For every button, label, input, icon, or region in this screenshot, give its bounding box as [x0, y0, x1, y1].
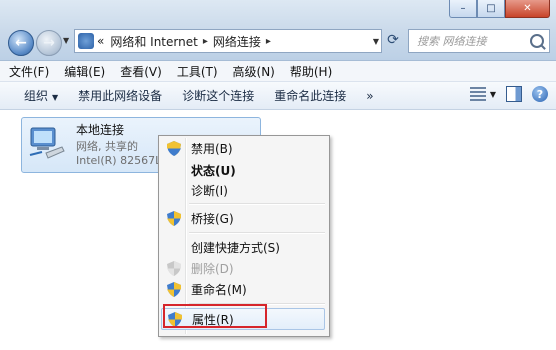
- preview-pane-icon[interactable]: [506, 86, 522, 102]
- menu-separator: [189, 232, 325, 234]
- uac-shield-icon: [167, 141, 181, 156]
- network-adapter-icon: [29, 127, 65, 159]
- network-folder-icon: [78, 33, 94, 49]
- menu-help[interactable]: 帮助(H): [284, 63, 338, 80]
- disable-device-button[interactable]: 禁用此网络设备: [68, 87, 172, 104]
- breadcrumb-network-connections[interactable]: 网络连接: [213, 33, 261, 50]
- menu-label-status: 状态(U): [191, 163, 236, 178]
- help-icon[interactable]: ?: [532, 86, 548, 102]
- menu-item-rename[interactable]: 重命名(M): [161, 279, 327, 299]
- properties-highlight-box: [163, 304, 267, 328]
- rename-connection-button[interactable]: 重命名此连接: [264, 87, 356, 104]
- organize-button[interactable]: 组织 ▼: [14, 87, 68, 104]
- command-bar: 组织 ▼ 禁用此网络设备 诊断这个连接 重命名此连接 » ▼ ?: [0, 82, 556, 110]
- menu-tools[interactable]: 工具(T): [171, 63, 224, 80]
- menu-label-diagnose: 诊断(I): [191, 183, 228, 198]
- address-bar[interactable]: « 网络和 Internet ▸ 网络连接 ▸ ▼: [74, 29, 382, 53]
- menu-label-rename: 重命名(M): [191, 282, 247, 297]
- menu-bar: 文件(F) 编辑(E) 查看(V) 工具(T) 高级(N) 帮助(H): [0, 61, 556, 82]
- menu-item-diagnose[interactable]: 诊断(I): [161, 180, 327, 200]
- search-icon[interactable]: [530, 34, 544, 48]
- diagnose-connection-button[interactable]: 诊断这个连接: [172, 87, 264, 104]
- window-controls: – □ ✕: [449, 0, 550, 18]
- change-view-icon[interactable]: [469, 87, 486, 101]
- maximize-button[interactable]: □: [477, 0, 505, 18]
- menu-item-delete: 删除(D): [161, 258, 327, 278]
- address-dropdown-icon[interactable]: ▼: [373, 37, 379, 46]
- breadcrumb-network-internet[interactable]: 网络和 Internet: [110, 33, 197, 50]
- view-controls: ▼ ?: [462, 86, 548, 102]
- search-input[interactable]: [415, 33, 529, 49]
- menu-item-status[interactable]: 状态(U): [161, 160, 327, 180]
- menu-item-create-shortcut[interactable]: 创建快捷方式(S): [161, 237, 327, 257]
- view-dropdown-icon[interactable]: ▼: [490, 90, 496, 99]
- organize-label: 组织: [24, 89, 49, 103]
- connection-status: 网络, 共享的: [76, 140, 138, 153]
- close-button[interactable]: ✕: [505, 0, 550, 18]
- connection-name: 本地连接: [76, 123, 125, 137]
- menu-item-bridge[interactable]: 桥接(G): [161, 208, 327, 228]
- search-box[interactable]: [408, 29, 550, 53]
- breadcrumb-separator-icon[interactable]: ▸: [266, 36, 271, 47]
- more-commands-button[interactable]: »: [356, 89, 383, 103]
- forward-arrow-icon[interactable]: →: [36, 30, 62, 56]
- uac-shield-icon: [167, 211, 181, 226]
- menu-separator: [189, 203, 325, 205]
- menu-edit[interactable]: 编辑(E): [58, 63, 111, 80]
- menu-label-bridge: 桥接(G): [191, 211, 234, 226]
- minimize-button[interactable]: –: [449, 0, 477, 18]
- breadcrumb-separator-icon[interactable]: ▸: [203, 36, 208, 47]
- menu-item-disable[interactable]: 禁用(B): [161, 138, 327, 158]
- menu-view[interactable]: 查看(V): [114, 63, 168, 80]
- recent-pages-dropdown-icon[interactable]: ▼: [63, 36, 69, 45]
- menu-file[interactable]: 文件(F): [3, 63, 55, 80]
- menu-advanced[interactable]: 高级(N): [227, 63, 281, 80]
- menu-label-delete: 删除(D): [191, 261, 234, 276]
- uac-shield-icon-disabled: [167, 261, 181, 276]
- chevron-down-icon: ▼: [52, 93, 59, 102]
- menu-label-create-shortcut: 创建快捷方式(S): [191, 240, 280, 255]
- refresh-icon[interactable]: ⟳: [382, 29, 404, 51]
- uac-shield-icon: [167, 282, 181, 297]
- back-arrow-icon[interactable]: ←: [8, 30, 34, 56]
- title-bar: – □ ✕ ← → ▼ « 网络和 Internet ▸ 网络连接 ▸ ▼ ⟳: [0, 0, 556, 61]
- address-prefix[interactable]: «: [97, 34, 104, 48]
- menu-label-disable: 禁用(B): [191, 141, 233, 156]
